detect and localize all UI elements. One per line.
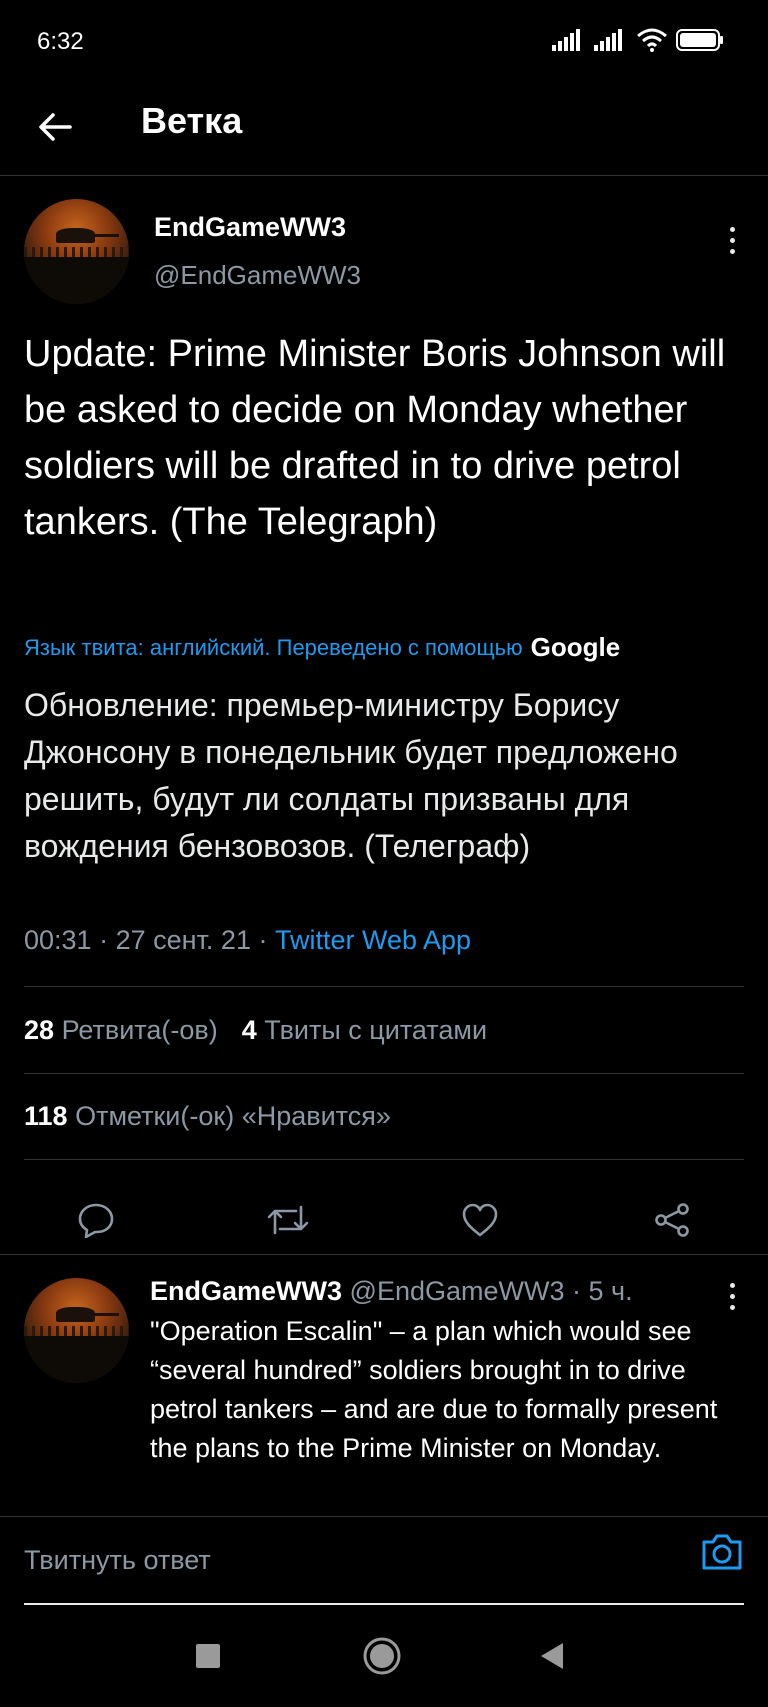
quotes-label: Твиты с цитатами [264, 1015, 488, 1045]
divider [24, 986, 744, 987]
recents-button[interactable] [186, 1634, 230, 1678]
tweet-date: 27 сент. 21 [115, 925, 251, 955]
signal-icon [594, 29, 622, 51]
divider [24, 1073, 744, 1074]
tweet-time: 00:31 [24, 925, 92, 955]
reply-input[interactable] [24, 1534, 664, 1586]
reply-more-options-button[interactable] [722, 1278, 742, 1314]
square-icon [196, 1644, 220, 1668]
camera-icon [702, 1534, 742, 1570]
back-button[interactable] [30, 102, 80, 152]
divider [0, 1254, 768, 1255]
more-vert-icon [729, 1282, 735, 1288]
quotes-stat[interactable]: 4 Твиты с цитатами [242, 1015, 487, 1046]
reply-icon [78, 1203, 114, 1238]
reply-tweet[interactable]: EndGameWW3 @EndGameWW3 · 5 ч. "Operation… [0, 1256, 768, 1516]
reply-button[interactable] [72, 1196, 120, 1244]
wifi-icon [637, 28, 667, 52]
avatar[interactable] [24, 199, 129, 304]
share-button[interactable] [648, 1196, 696, 1244]
input-underline [24, 1603, 744, 1605]
home-circle-icon [363, 1637, 401, 1675]
author-name[interactable]: EndGameWW3 [154, 212, 346, 243]
like-button[interactable] [456, 1196, 504, 1244]
thread-header: Ветка [0, 88, 768, 176]
home-button[interactable] [360, 1634, 404, 1678]
reply-header: EndGameWW3 @EndGameWW3 · 5 ч. [150, 1276, 633, 1306]
google-logo: Google [530, 632, 621, 662]
tweet-text: Update: Prime Minister Boris Johnson wil… [24, 333, 726, 543]
translated-text: Обновление: премьер-министру Борису Джон… [24, 687, 678, 864]
author-handle[interactable]: @EndGameWW3 [154, 260, 361, 291]
avatar[interactable] [24, 1278, 129, 1383]
quotes-count: 4 [241, 1015, 257, 1045]
tweet-meta: 00:31 · 27 сент. 21 · Twitter Web App [24, 925, 472, 955]
retweets-count: 28 [24, 1015, 55, 1045]
back-arrow-icon [39, 113, 72, 141]
status-time: 6:32 [37, 28, 84, 55]
reply-author-handle: @EndGameWW3 [349, 1276, 565, 1306]
tweet-source-link[interactable]: Twitter Web App [275, 925, 471, 955]
retweet-icon [267, 1205, 309, 1235]
back-nav-button[interactable] [530, 1634, 574, 1678]
status-bar: 6:32 [0, 0, 768, 88]
signal-icon [552, 29, 580, 51]
divider [24, 1159, 744, 1160]
reply-text: "Operation Escalin" – a plan which would… [150, 1316, 718, 1463]
triangle-back-icon [541, 1643, 563, 1669]
camera-button[interactable] [700, 1532, 744, 1576]
likes-stats-row: 118 Отметки(-ок) «Нравится» [24, 1101, 391, 1132]
likes-label: Отметки(-ок) «Нравится» [75, 1101, 391, 1131]
retweets-label: Ретвита(-ов) [61, 1015, 218, 1045]
status-icons [552, 28, 724, 52]
reply-author-name[interactable]: EndGameWW3 [150, 1276, 342, 1306]
retweets-stat[interactable]: 28 Ретвита(-ов) [24, 1015, 218, 1046]
reply-compose-bar [0, 1516, 768, 1606]
more-vert-icon [729, 226, 735, 232]
more-options-button[interactable] [722, 220, 742, 260]
battery-icon [676, 29, 723, 51]
translation-note-text: Язык твита: английский. Переведено с пом… [24, 634, 523, 660]
action-bar [0, 1176, 768, 1264]
reply-age: 5 ч. [588, 1276, 633, 1306]
share-icon [655, 1203, 689, 1237]
translation-note[interactable]: Язык твита: английский. Переведено с пом… [24, 632, 764, 663]
page-title: Ветка [141, 100, 243, 141]
likes-count: 118 [24, 1101, 68, 1131]
retweet-button[interactable] [264, 1196, 312, 1244]
system-nav-bar [0, 1606, 768, 1707]
retweet-stats-row: 28 Ретвита(-ов) 4 Твиты с цитатами [24, 1015, 487, 1046]
like-icon [462, 1203, 498, 1237]
likes-stat[interactable]: 118 Отметки(-ок) «Нравится» [24, 1101, 391, 1132]
thread-screen: 6:32 Ветка EndGameWW3 @EndGameWW3 Update… [0, 0, 768, 1707]
